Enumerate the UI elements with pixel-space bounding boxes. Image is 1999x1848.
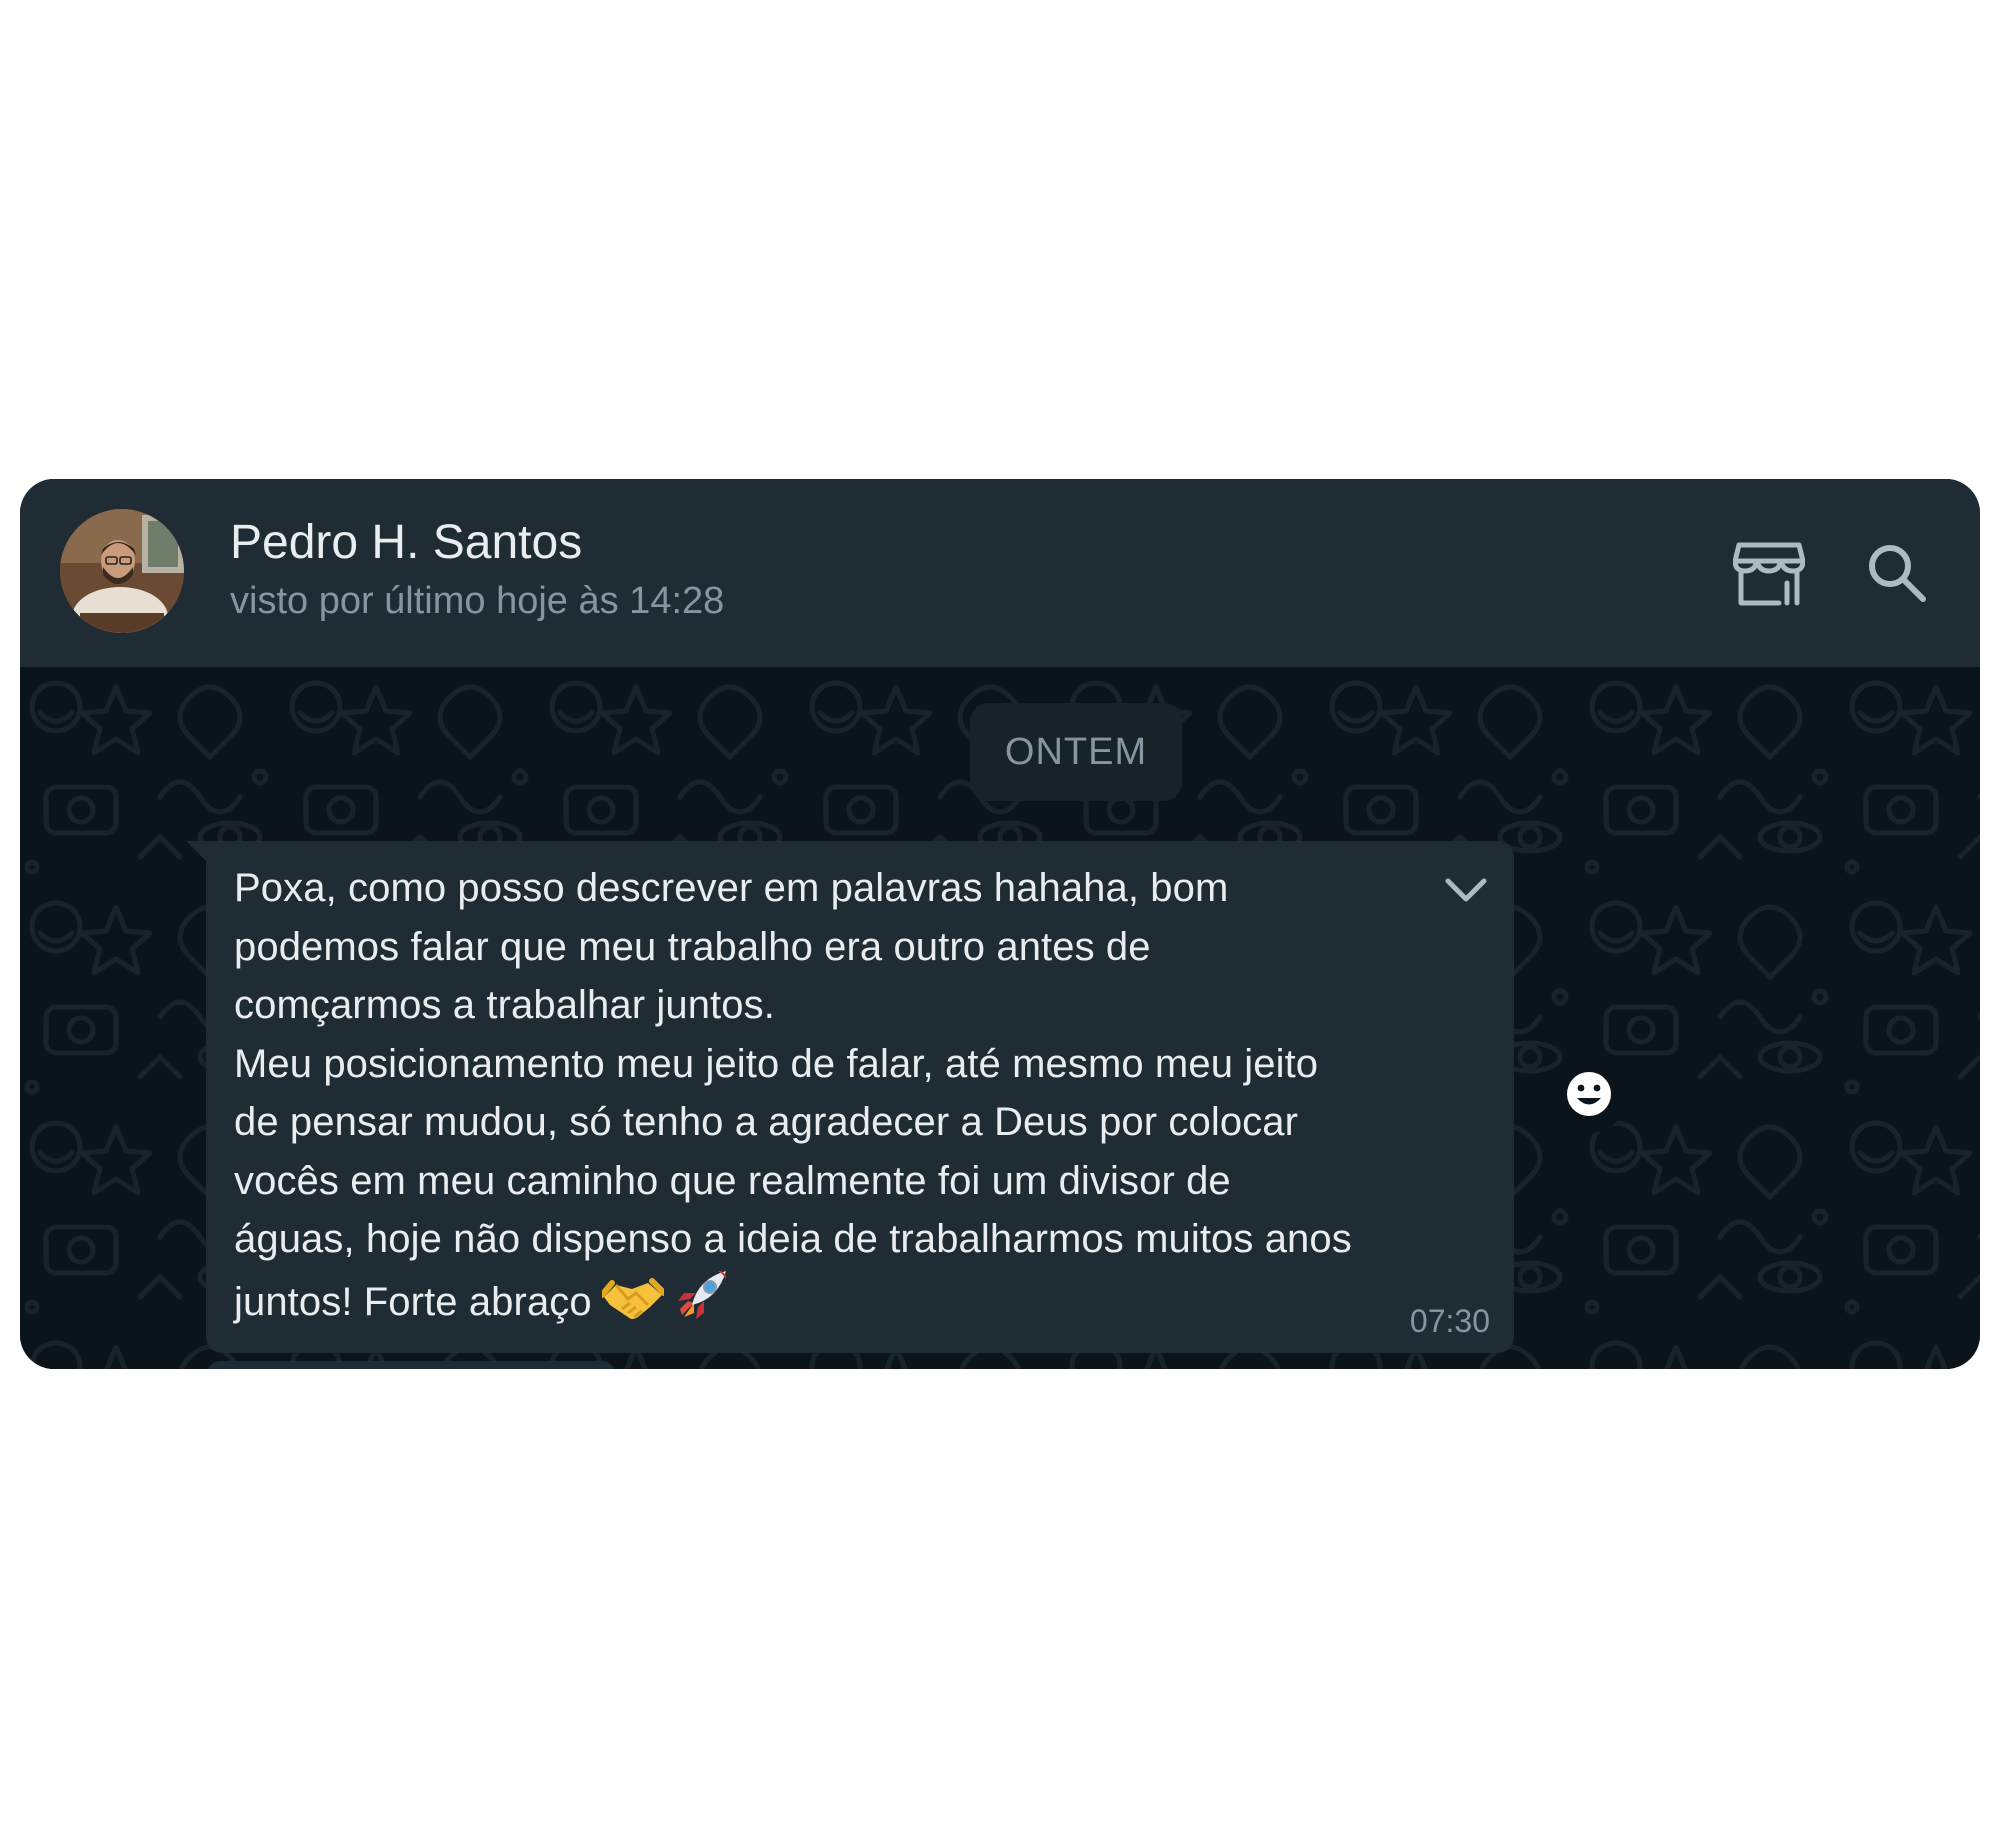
chat-body[interactable]: ONTEM Poxa, como posso descrever em pala… [20, 667, 1980, 1369]
contact-name[interactable]: Pedro H. Santos [230, 515, 582, 571]
avatar[interactable] [60, 509, 184, 633]
contact-status: visto por último hoje às 14:28 [230, 580, 725, 622]
chat-window: Pedro H. Santos visto por último hoje às… [20, 479, 1980, 1369]
store-icon[interactable] [1733, 537, 1805, 609]
message-text: Poxa, como posso descrever em palavras h… [234, 859, 1496, 1339]
date-separator: ONTEM [970, 703, 1182, 801]
chevron-down-icon[interactable] [1442, 869, 1490, 909]
rocket-emoji [674, 1269, 728, 1340]
search-icon[interactable] [1865, 541, 1937, 613]
message-time: 07:30 [1409, 1303, 1490, 1339]
incoming-message[interactable]: Poxa, como posso descrever em palavras h… [206, 841, 1514, 1353]
message-body: Poxa, como posso descrever em palavras h… [234, 866, 1352, 1324]
next-message-peek [206, 1361, 616, 1369]
bubble-tail [186, 841, 208, 863]
chat-header[interactable]: Pedro H. Santos visto por último hoje às… [20, 479, 1980, 667]
handshake-emoji [598, 1275, 667, 1340]
smiley-icon[interactable] [1550, 1055, 1628, 1133]
